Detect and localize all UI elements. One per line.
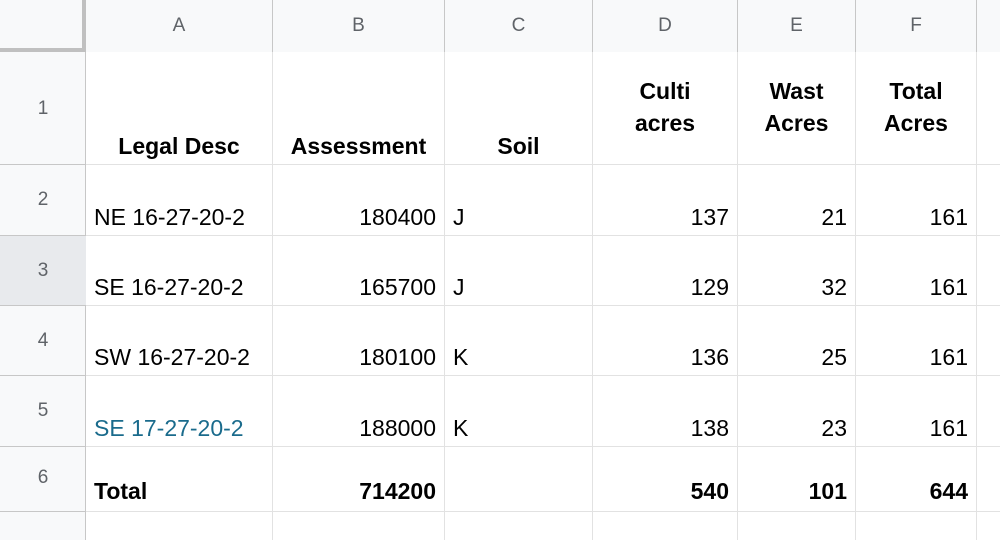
column-header-a[interactable]: A	[86, 0, 273, 52]
cell-a5[interactable]: SE 17-27-20-2	[86, 376, 273, 447]
cell-f4[interactable]: 161	[856, 306, 977, 376]
cell-e5[interactable]: 23	[738, 376, 856, 447]
cell-c5[interactable]: K	[445, 376, 593, 447]
cell-a3[interactable]: SE 16-27-20-2	[86, 236, 273, 306]
header-culti-line1: Culti	[639, 78, 691, 104]
cell-f3[interactable]: 161	[856, 236, 977, 306]
cell-g5[interactable]	[977, 376, 1000, 447]
header-total-line1: Total	[889, 78, 943, 104]
cell-a6[interactable]: Total	[86, 447, 273, 512]
cell-g1[interactable]	[977, 52, 1000, 165]
row-7-cells	[86, 512, 1000, 540]
cell-d6[interactable]: 540	[593, 447, 738, 512]
header-culti-line2: acres	[634, 110, 696, 136]
cell-b7[interactable]	[273, 512, 445, 540]
cell-c4[interactable]: K	[445, 306, 593, 376]
cell-a4[interactable]: SW 16-27-20-2	[86, 306, 273, 376]
cell-d1[interactable]: Culti acres	[593, 52, 738, 165]
cell-b4[interactable]: 180100	[273, 306, 445, 376]
cell-g3[interactable]	[977, 236, 1000, 306]
cell-e3[interactable]: 32	[738, 236, 856, 306]
cell-d5[interactable]: 138	[593, 376, 738, 447]
cell-f7[interactable]	[856, 512, 977, 540]
cell-c3[interactable]: J	[445, 236, 593, 306]
column-header-g[interactable]	[977, 0, 1000, 52]
cell-c2[interactable]: J	[445, 165, 593, 236]
cell-e1[interactable]: Wast Acres	[738, 52, 856, 165]
cell-c1[interactable]: Soil	[445, 52, 593, 165]
header-assessment: Assessment	[290, 133, 427, 159]
spreadsheet-grid: A B C D E F 1 2 3 4 5 6 Legal Desc Asses…	[0, 0, 1000, 540]
cell-e2[interactable]: 21	[738, 165, 856, 236]
cell-g4[interactable]	[977, 306, 1000, 376]
cell-f1[interactable]: Total Acres	[856, 52, 977, 165]
row-header-1[interactable]: 1	[0, 52, 86, 165]
column-header-e[interactable]: E	[738, 0, 856, 52]
cell-f6[interactable]: 644	[856, 447, 977, 512]
cell-c6[interactable]	[445, 447, 593, 512]
cell-a1[interactable]: Legal Desc	[86, 52, 273, 165]
cell-d3[interactable]: 129	[593, 236, 738, 306]
header-soil: Soil	[497, 133, 540, 159]
row-header-2[interactable]: 2	[0, 165, 86, 236]
cell-e6[interactable]: 101	[738, 447, 856, 512]
cell-d2[interactable]: 137	[593, 165, 738, 236]
header-wast-line1: Wast	[769, 78, 824, 104]
row-header-3[interactable]: 3	[0, 236, 86, 306]
cell-b1[interactable]: Assessment	[273, 52, 445, 165]
cell-g2[interactable]	[977, 165, 1000, 236]
cell-a2[interactable]: NE 16-27-20-2	[86, 165, 273, 236]
header-wast-line2: Acres	[764, 110, 829, 136]
cell-f2[interactable]: 161	[856, 165, 977, 236]
cell-d7[interactable]	[593, 512, 738, 540]
cell-b2[interactable]: 180400	[273, 165, 445, 236]
cell-e7[interactable]	[738, 512, 856, 540]
cell-b3[interactable]: 165700	[273, 236, 445, 306]
column-header-f[interactable]: F	[856, 0, 977, 52]
header-total-line2: Acres	[884, 110, 948, 136]
row-header-7[interactable]	[0, 512, 86, 540]
cell-e4[interactable]: 25	[738, 306, 856, 376]
column-header-d[interactable]: D	[593, 0, 738, 52]
select-all-corner[interactable]	[0, 0, 86, 52]
cell-f5[interactable]: 161	[856, 376, 977, 447]
cell-c7[interactable]	[445, 512, 593, 540]
cell-b6[interactable]: 714200	[273, 447, 445, 512]
column-header-c[interactable]: C	[445, 0, 593, 52]
row-header-4[interactable]: 4	[0, 306, 86, 376]
cell-d4[interactable]: 136	[593, 306, 738, 376]
row-header-5[interactable]: 5	[0, 376, 86, 447]
header-legal-desc: Legal Desc	[118, 133, 240, 159]
cell-a7[interactable]	[86, 512, 273, 540]
column-header-b[interactable]: B	[273, 0, 445, 52]
row-header-6[interactable]: 6	[0, 447, 86, 512]
cell-b5[interactable]: 188000	[273, 376, 445, 447]
cell-g6[interactable]	[977, 447, 1000, 512]
